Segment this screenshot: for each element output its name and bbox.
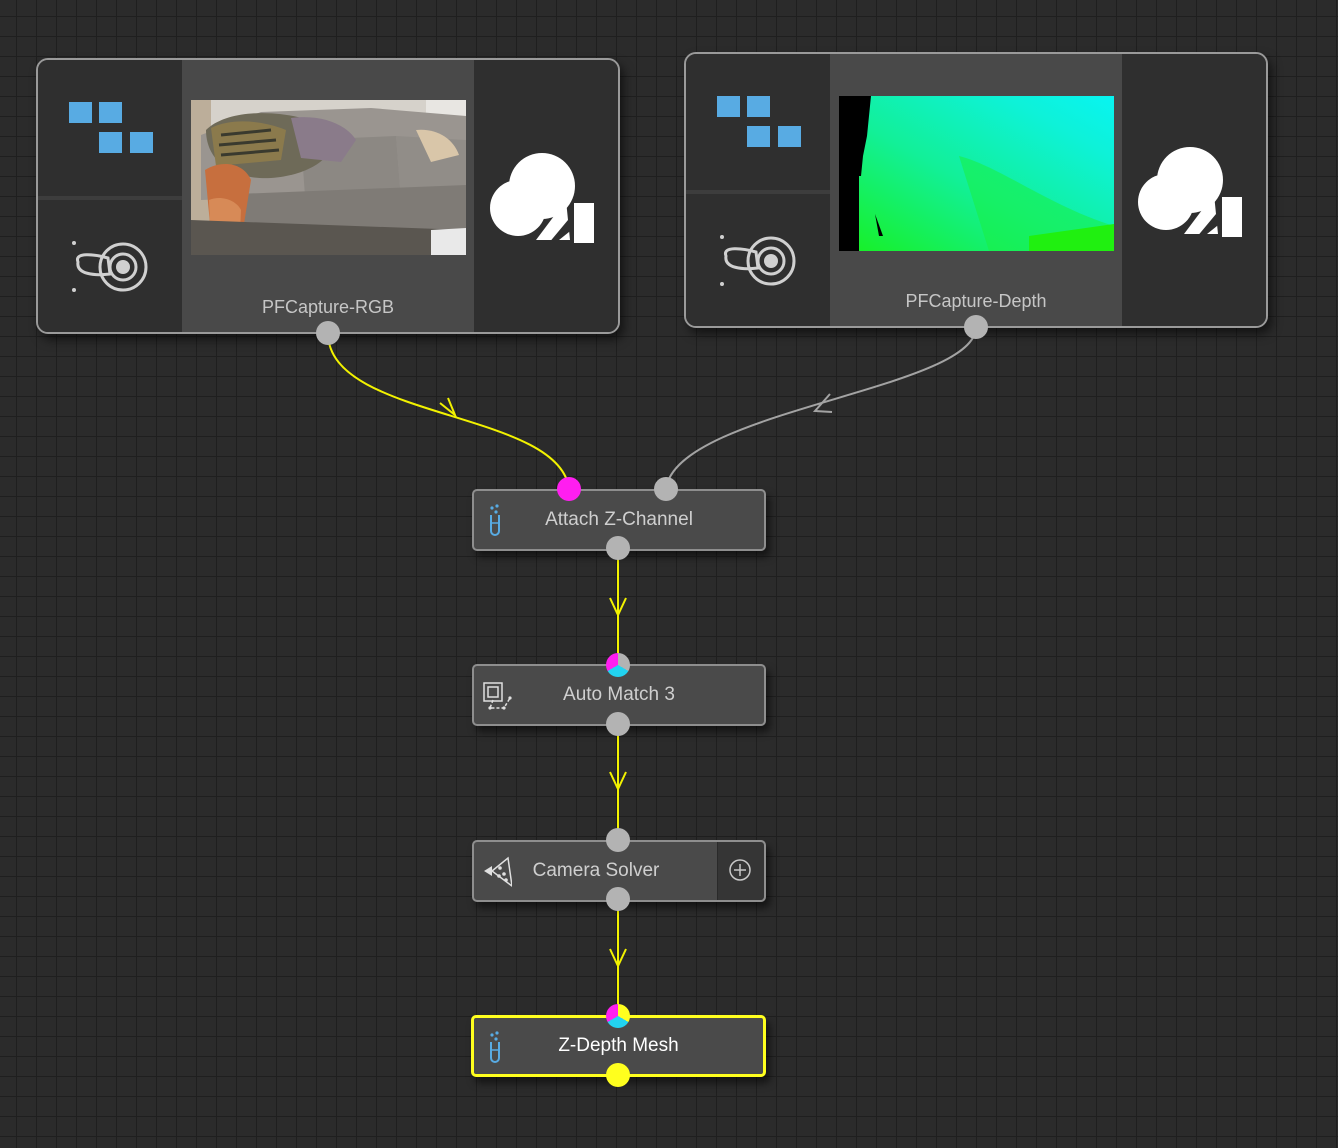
movie-camera-icon: [1138, 147, 1242, 238]
depth-map-image: [839, 96, 1114, 251]
wire-arrow-automatch: [609, 771, 627, 792]
output-port-pfcapture-depth[interactable]: [964, 315, 988, 339]
clip-cell[interactable]: [38, 60, 182, 200]
add-input-button[interactable]: [717, 842, 764, 900]
input-port-source[interactable]: [557, 477, 581, 501]
source-node-middle-panel: PFCapture-Depth: [830, 54, 1122, 326]
wire-arrow-solver: [609, 948, 627, 969]
input-port-depth[interactable]: [654, 477, 678, 501]
source-node-left-panel: [686, 54, 830, 326]
wire-rgb-to-attach[interactable]: [327, 332, 570, 490]
clip-squares-icon: [717, 96, 801, 147]
source-node-title: PFCapture-RGB: [261, 297, 395, 317]
source-node-right-panel[interactable]: [1122, 54, 1266, 326]
add-input-icon: [729, 859, 751, 881]
wire-depth-to-attach[interactable]: [665, 326, 977, 490]
output-port-attach-z-channel[interactable]: [606, 536, 630, 560]
input-port-z-depth-mesh[interactable]: [606, 1004, 630, 1028]
input-port-camera-solver[interactable]: [606, 828, 630, 852]
clip-squares-icon: [69, 102, 153, 153]
output-port-auto-match-3[interactable]: [606, 712, 630, 736]
sofa-photo: [191, 100, 466, 255]
output-port-camera-solver[interactable]: [606, 887, 630, 911]
source-node-title: PFCapture-Depth: [905, 291, 1047, 311]
wire-arrow-depth: [812, 393, 833, 413]
orbit-cell[interactable]: [686, 194, 830, 326]
source-node-left-panel: [38, 60, 182, 332]
movie-camera-icon: [490, 153, 594, 244]
orbit-target-icon: [72, 241, 148, 292]
depth-thumbnail: [839, 96, 1114, 251]
orbit-target-icon: [720, 235, 796, 286]
wire-arrow-rgb: [439, 397, 458, 419]
output-port-pfcapture-rgb[interactable]: [316, 321, 340, 345]
wire-arrow-attach: [609, 597, 627, 618]
clip-cell[interactable]: [686, 54, 830, 194]
orbit-cell[interactable]: [38, 200, 182, 332]
source-node-middle-panel: PFCapture-RGB: [182, 60, 474, 332]
process-node-title: Camera Solver: [532, 860, 660, 881]
source-node-pfcapture-depth[interactable]: PFCapture-Depth: [684, 52, 1268, 328]
output-port-z-depth-mesh[interactable]: [606, 1063, 630, 1087]
input-port-auto-match-3[interactable]: [606, 653, 630, 677]
source-node-pfcapture-rgb[interactable]: PFCapture-RGB: [36, 58, 620, 334]
rgb-thumbnail: [191, 100, 466, 255]
source-node-right-panel[interactable]: [474, 60, 618, 332]
